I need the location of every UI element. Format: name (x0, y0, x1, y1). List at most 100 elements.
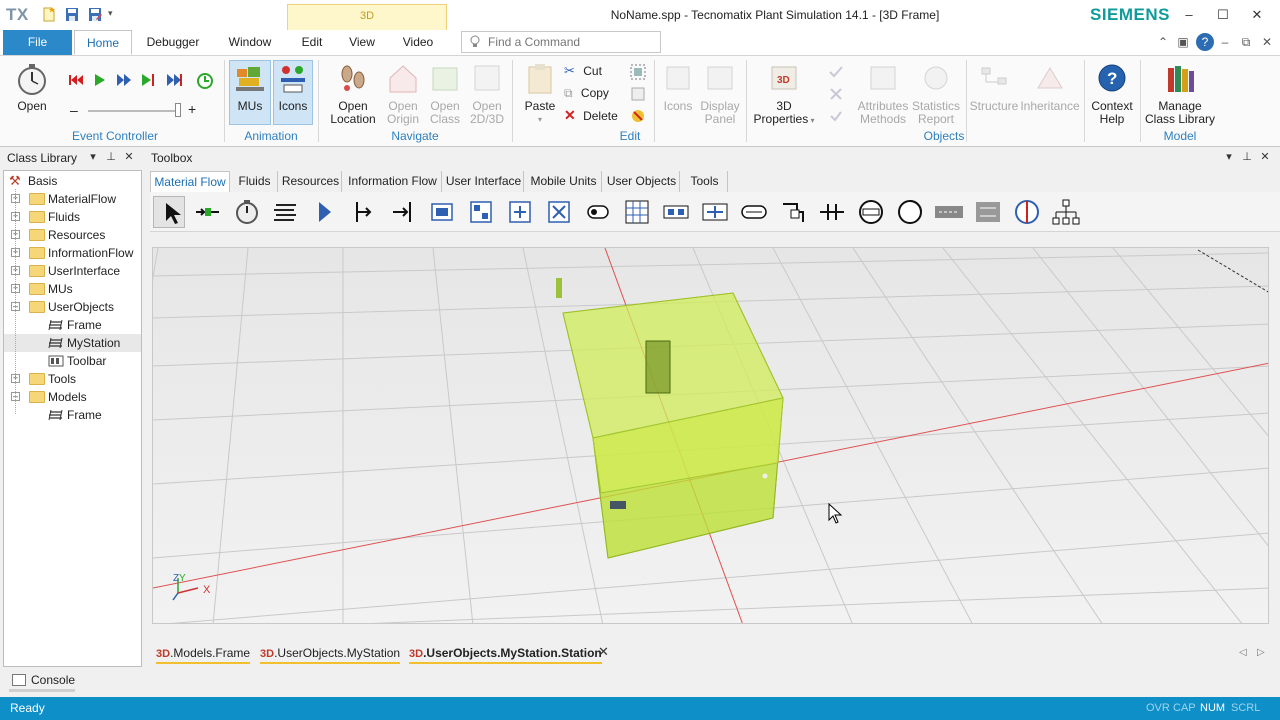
turnplate-icon[interactable] (894, 196, 926, 228)
placebuffer-icon[interactable] (738, 196, 770, 228)
save-as-icon[interactable] (88, 7, 102, 22)
tree-item[interactable]: Frame (4, 316, 141, 334)
console-panel[interactable]: Console (3, 670, 1277, 692)
assembly-icon[interactable] (504, 196, 536, 228)
open-class-button[interactable]: Open Class (426, 62, 464, 126)
tree-item[interactable]: + Fluids (4, 208, 141, 226)
3d-viewport[interactable]: Z Y X (152, 247, 1269, 624)
tree-item[interactable]: Frame (4, 406, 141, 424)
mdi-minimize-icon[interactable]: – (1216, 33, 1234, 51)
cycle-icon[interactable] (621, 196, 653, 228)
doc-tab-mystation[interactable]: 3D.UserObjects.MyStation (260, 644, 401, 664)
window-layout-icon[interactable]: ▣ (1174, 33, 1192, 51)
drain-icon[interactable] (387, 196, 419, 228)
tab-debugger[interactable]: Debugger (140, 30, 206, 55)
check-icon[interactable] (828, 64, 844, 80)
doc-tab-close-icon[interactable]: ✕ (598, 644, 609, 660)
toolbox-close-icon[interactable]: ✕ (1258, 150, 1272, 163)
pointer-icon[interactable] (153, 196, 185, 228)
doc-tab-mystation-station[interactable]: 3D.UserObjects.MyStation.Station (409, 644, 602, 664)
tab-home[interactable]: Home (74, 30, 132, 55)
open-origin-button[interactable]: Open Origin (382, 62, 424, 126)
panel-close-icon[interactable]: ✕ (122, 150, 136, 163)
paste-button[interactable]: Paste ▾ (520, 62, 560, 126)
tab-window[interactable]: Window (222, 30, 278, 55)
maximize-button[interactable]: ☐ (1212, 4, 1234, 26)
structure-button[interactable]: Structure (968, 62, 1020, 113)
mdi-close-icon[interactable]: ✕ (1258, 33, 1276, 51)
reset-check-icon[interactable] (828, 108, 844, 124)
paste-dropdown-icon[interactable]: ▾ (520, 113, 560, 126)
tree-item[interactable]: + Resources (4, 226, 141, 244)
tab-view[interactable]: View (342, 30, 382, 55)
start-icon[interactable] (92, 73, 106, 87)
display-panel-button[interactable]: Display Panel (698, 62, 742, 126)
fast-forward-icon[interactable] (116, 73, 132, 87)
copy-button[interactable]: ⧉ Copy (564, 84, 609, 102)
speed-increase-button[interactable]: + (188, 100, 196, 118)
find-command-box[interactable] (461, 31, 661, 53)
objects-icons-button[interactable]: Icons (660, 62, 696, 113)
store-icon[interactable] (582, 196, 614, 228)
mus-animation-button[interactable]: MUs (229, 60, 271, 125)
speed-decrease-button[interactable]: – (70, 101, 78, 119)
tree-item[interactable]: + MUs (4, 280, 141, 298)
tab-file[interactable]: File (3, 30, 72, 55)
reset-icon[interactable] (68, 73, 84, 87)
tree-item[interactable]: + Tools (4, 370, 141, 388)
tree-item[interactable]: ⚒ Basis (4, 172, 141, 190)
panel-menu-icon[interactable]: ▾ (86, 150, 100, 163)
3d-properties-button[interactable]: 3D 3D Properties ▾ (752, 62, 816, 127)
event-controller-icon[interactable] (231, 196, 263, 228)
tree-item[interactable]: + InformationFlow (4, 244, 141, 262)
delete-button[interactable]: ✕ Delete (564, 106, 618, 124)
tab-scroll-left-icon[interactable]: ◁ (1239, 647, 1247, 658)
angular-converter-icon[interactable] (816, 196, 848, 228)
icons-animation-button[interactable]: Icons (273, 60, 313, 125)
select-all-icon[interactable] (630, 64, 646, 80)
until-icon[interactable] (166, 72, 184, 88)
tree-item[interactable]: MyStation (4, 334, 141, 352)
minimize-button[interactable]: – (1178, 4, 1200, 26)
turntable-icon[interactable] (855, 196, 887, 228)
speed-slider-handle[interactable] (175, 103, 181, 117)
tab-edit[interactable]: Edit (294, 30, 330, 55)
frame-icon[interactable] (270, 196, 302, 228)
tab-scroll-right-icon[interactable]: ▷ (1257, 647, 1265, 658)
step-icon[interactable] (140, 73, 156, 87)
tree-item[interactable]: Toolbar (4, 352, 141, 370)
attributes-methods-button[interactable]: Attributes Methods (854, 62, 912, 126)
tab-video[interactable]: Video (396, 30, 440, 55)
interface-icon[interactable] (1011, 196, 1043, 228)
3d-scene[interactable]: Z Y X (153, 248, 1269, 624)
class-library-tree[interactable]: ⚒ Basis + MaterialFlow + Fluids + Resources + Inf… (3, 170, 142, 667)
speed-slider-track[interactable] (88, 110, 180, 112)
tab-resources[interactable]: Resources (280, 171, 342, 192)
inheritance-button[interactable]: Inheritance (1020, 62, 1080, 113)
singleproc-icon[interactable] (426, 196, 458, 228)
mdi-restore-icon[interactable]: ⧉ (1237, 33, 1255, 51)
pin-icon[interactable]: ⊥ (104, 150, 118, 163)
open-2d3d-button[interactable]: Open 2D/3D (466, 62, 508, 126)
context-help-button[interactable]: ? Context Help (1088, 62, 1136, 126)
open-location-button[interactable]: Open Location (326, 62, 380, 126)
tree-item[interactable]: – UserObjects (4, 298, 141, 316)
uncheck-icon[interactable] (828, 86, 844, 102)
toolbox-pin-icon[interactable]: ⊥ (1240, 150, 1254, 163)
manage-class-library-button[interactable]: Manage Class Library (1144, 62, 1216, 126)
toolbox-menu-icon[interactable]: ▾ (1222, 150, 1236, 163)
new-file-icon[interactable] (42, 7, 56, 22)
sorter-icon[interactable] (699, 196, 731, 228)
customize-toolbar-icon[interactable]: ▾ (108, 8, 113, 19)
tab-fluids[interactable]: Fluids (232, 171, 278, 192)
flow-control-icon[interactable] (1050, 196, 1082, 228)
collapse-ribbon-icon[interactable]: ⌃ (1154, 33, 1172, 51)
statistics-report-button[interactable]: Statistics Report (910, 62, 962, 126)
tab-information-flow[interactable]: Information Flow (344, 171, 442, 192)
close-button[interactable]: ✕ (1246, 4, 1268, 26)
line-icon[interactable] (777, 196, 809, 228)
tree-item[interactable]: – Models (4, 388, 141, 406)
buffer-icon[interactable] (660, 196, 692, 228)
tab-tools[interactable]: Tools (682, 171, 728, 192)
tree-item[interactable]: + MaterialFlow (4, 190, 141, 208)
